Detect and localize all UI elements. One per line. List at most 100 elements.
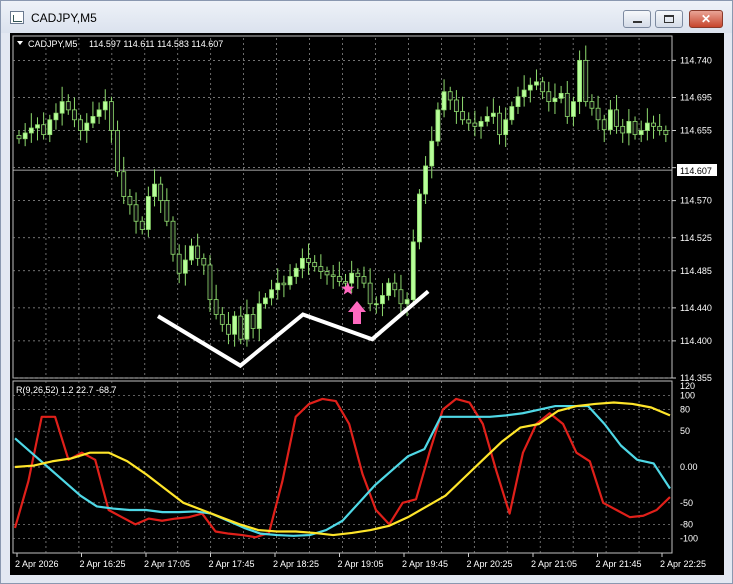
chart-canvas[interactable]: 114.740114.695114.655114.610114.570114.5… (10, 33, 724, 575)
candle-body (306, 257, 311, 263)
candle-body (509, 106, 515, 121)
candle-body (478, 121, 484, 127)
candle-body (429, 140, 435, 167)
candle-body (78, 119, 84, 131)
candle-body (336, 276, 342, 282)
candle-body (367, 282, 373, 305)
candle-body (96, 109, 102, 117)
price-tick-label: 114.485 (680, 266, 712, 276)
candle-body (182, 259, 188, 274)
candle-body (515, 96, 521, 107)
candle-body (466, 119, 472, 124)
candle-body (330, 274, 336, 277)
candle-body (133, 204, 139, 222)
candle-body (207, 264, 213, 301)
chart-window: CADJPY,M5 ✕ 114.740114.695114.655114.610… (0, 0, 733, 584)
candle-body (275, 282, 281, 291)
candle-body (540, 81, 546, 93)
candle-body (571, 101, 576, 117)
chart-menu-arrow-icon[interactable] (17, 41, 23, 45)
candle-body (152, 183, 157, 197)
candle-body (299, 257, 305, 269)
time-tick-label: 2 Apr 16:25 (80, 559, 126, 569)
candle-body (170, 220, 176, 255)
time-tick-label: 2 Apr 19:45 (402, 559, 448, 569)
candle-body (595, 107, 601, 121)
candle-body (355, 272, 361, 277)
candle-body (84, 122, 90, 131)
candle-body (417, 193, 422, 243)
indicator-tick-label: -50 (680, 498, 693, 508)
indicator-tick-label: -80 (680, 519, 693, 529)
candle-body (423, 165, 428, 195)
up-arrow-icon (347, 301, 366, 324)
candle-body (343, 281, 348, 284)
maximize-button[interactable] (655, 10, 683, 28)
time-tick-label: 2 Apr 18:25 (273, 559, 319, 569)
indicator-tick-label: 0.00 (680, 462, 698, 472)
time-tick-label: 2 Apr 21:05 (531, 559, 577, 569)
candle-body (121, 171, 127, 197)
candle-body (226, 323, 231, 335)
candle-body (238, 315, 244, 340)
candle-body (145, 196, 151, 230)
candles (16, 45, 669, 347)
candle-body (447, 91, 453, 101)
indicator-tick-label: -100 (680, 534, 698, 544)
candle-body (102, 101, 108, 111)
candle-body (453, 99, 459, 112)
candle-body (503, 119, 509, 136)
indicator-tick-label: 80 (680, 405, 690, 415)
chart-svg[interactable]: 114.740114.695114.655114.610114.570114.5… (10, 33, 724, 575)
window-title: CADJPY,M5 (31, 11, 97, 25)
candle-body (53, 112, 59, 121)
candle-body (349, 272, 355, 284)
candle-body (534, 81, 539, 86)
candle-body (386, 282, 392, 296)
current-price-label: 114.607 (680, 166, 712, 176)
candle-body (47, 119, 53, 136)
candle-body (583, 59, 589, 103)
candle-body (219, 314, 225, 325)
candle-body (638, 130, 644, 136)
candle-body (195, 245, 201, 259)
candle-body (552, 97, 558, 103)
time-tick-label: 2 Apr 20:25 (467, 559, 513, 569)
price-tick-label: 114.440 (680, 303, 712, 313)
candle-body (651, 122, 656, 127)
candle-body (484, 116, 490, 122)
candle-body (189, 245, 194, 261)
candle-body (244, 314, 250, 340)
candle-body (318, 266, 324, 272)
w-pattern-line (156, 289, 430, 369)
candle-body (90, 116, 96, 124)
candle-body (72, 109, 77, 121)
price-tick-label: 114.655 (680, 126, 712, 136)
candle-body (398, 289, 404, 305)
minimize-button[interactable] (623, 10, 651, 28)
candle-body (35, 124, 40, 129)
indicator-tick-label: 50 (680, 426, 690, 436)
candle-body (460, 111, 465, 121)
price-tick-label: 114.570 (680, 196, 712, 206)
ohlc-values: 114.597 114.611 114.583 114.607 (89, 39, 223, 49)
candle-body (361, 276, 367, 284)
time-tick-label: 2 Apr 21:45 (596, 559, 642, 569)
candle-body (22, 132, 28, 140)
candle-body (527, 84, 533, 91)
candle-body (521, 89, 527, 98)
candle-body (601, 119, 607, 131)
candle-body (59, 101, 65, 114)
candle-body (232, 315, 238, 335)
candle-body (28, 127, 34, 134)
close-button[interactable]: ✕ (689, 10, 723, 28)
candle-body (410, 241, 416, 301)
time-tick-label: 2 Apr 19:05 (338, 559, 384, 569)
candle-body (65, 101, 71, 111)
title-bar[interactable]: CADJPY,M5 ✕ (1, 1, 732, 33)
candle-body (139, 220, 145, 230)
candle-body (546, 91, 552, 103)
price-tick-label: 114.400 (680, 336, 712, 346)
candle-body (614, 109, 619, 127)
candle-body (293, 267, 299, 277)
